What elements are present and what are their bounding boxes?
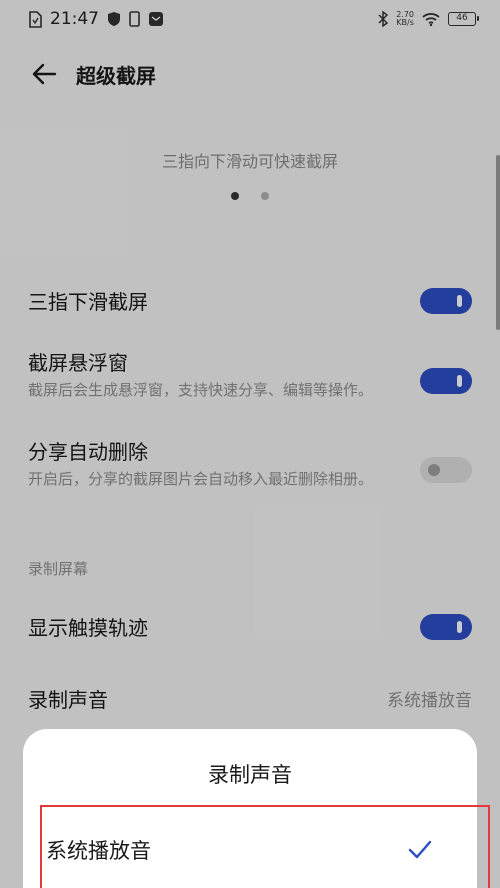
record-sound-sheet: 录制声音 系统播放音 xyxy=(23,729,490,888)
sheet-option-system-sound[interactable]: 系统播放音 xyxy=(40,805,490,888)
checkmark-icon xyxy=(408,840,432,859)
sheet-title: 录制声音 xyxy=(208,763,292,787)
option-label: 系统播放音 xyxy=(46,839,151,863)
